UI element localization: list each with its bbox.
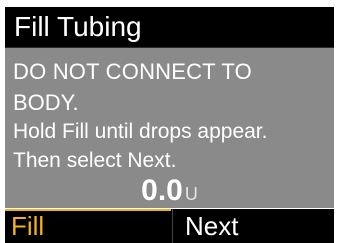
instruction-line-2: Then select Next. [13, 149, 177, 172]
next-softkey[interactable]: Next [172, 209, 334, 243]
warning-line-1: DO NOT CONNECT TO [13, 59, 252, 84]
title-bar: Fill Tubing [5, 7, 334, 48]
fill-softkey[interactable]: Fill [5, 209, 171, 243]
screen-title: Fill Tubing [14, 11, 142, 42]
softkey-bar: Fill Next [5, 209, 334, 243]
warning-line-2: BODY. [13, 90, 79, 115]
pump-screen: Fill Tubing DO NOT CONNECT TO BODY. Hold… [0, 0, 339, 243]
fill-amount-display: 0.0 U [5, 175, 334, 207]
message-panel: DO NOT CONNECT TO BODY. Hold Fill until … [5, 48, 334, 208]
instruction-line-1: Hold Fill until drops appear. [13, 120, 268, 143]
fill-amount-value: 0.0 [141, 174, 183, 207]
fill-amount-unit: U [184, 184, 198, 204]
